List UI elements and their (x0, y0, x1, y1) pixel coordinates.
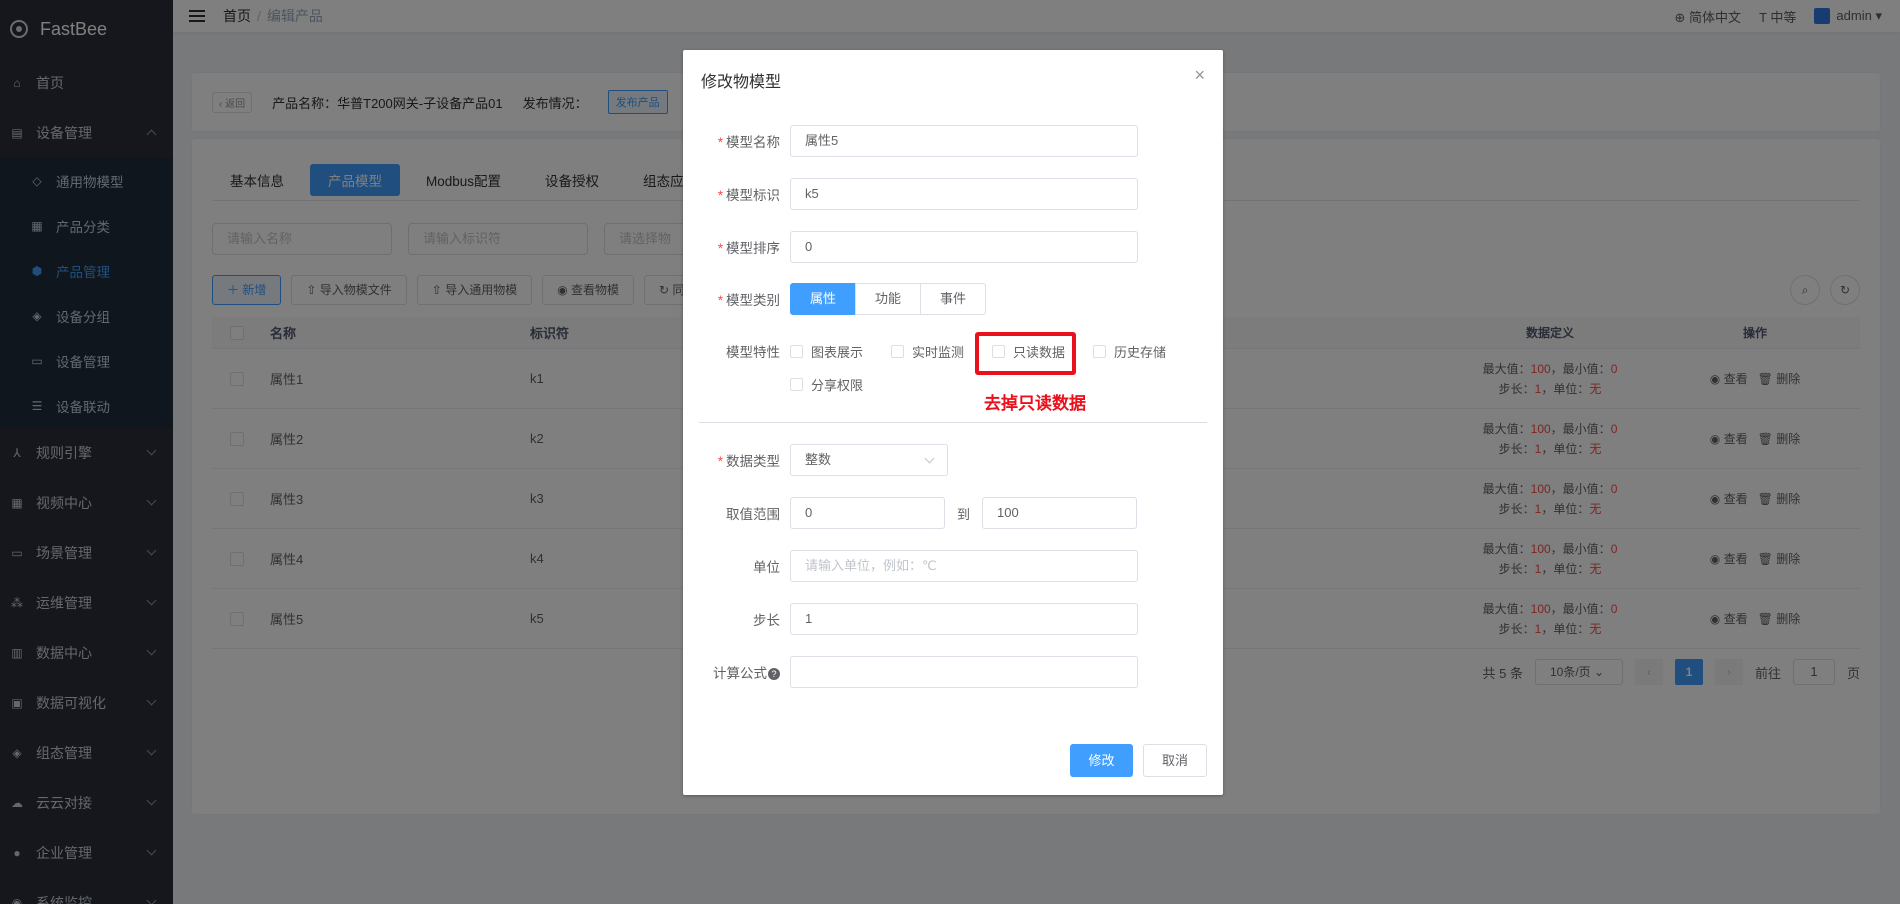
chevron-down-icon (924, 453, 935, 464)
realtime-monitor-checkbox[interactable]: 实时监测 (891, 342, 964, 361)
divider (699, 422, 1207, 423)
range-max-input[interactable]: 100 (982, 497, 1138, 529)
question-icon[interactable]: ? (768, 668, 780, 681)
model-order-input[interactable]: 0 (790, 231, 1138, 263)
field-step: 步长 1 (683, 602, 1223, 636)
close-icon[interactable]: × (1194, 66, 1205, 84)
model-type-radio-group: 属性 功能 事件 (790, 283, 987, 315)
model-order-label: * 模型排序 (717, 241, 780, 256)
annotation-text: 去掉只读数据 (984, 394, 1086, 413)
field-model-features: 模型特性 图表展示 实时监测 只读数据 历史存储 (683, 334, 1223, 368)
field-model-id: * 模型标识 k5 (683, 177, 1223, 211)
field-data-type: * 数据类型 整数 (683, 443, 1223, 477)
range-min-input[interactable]: 0 (790, 497, 945, 529)
annotation-highlight-box (975, 332, 1076, 375)
model-name-input[interactable]: 属性5 (790, 125, 1138, 157)
data-type-label: * 数据类型 (717, 454, 780, 469)
model-id-input[interactable]: k5 (790, 178, 1138, 210)
formula-input[interactable] (790, 656, 1138, 688)
model-feature-label: 模型特性 (726, 345, 780, 360)
submit-button[interactable]: 修改 (1070, 744, 1133, 777)
share-permission-checkbox[interactable]: 分享权限 (790, 375, 863, 394)
field-model-features-2: 分享权限 (683, 367, 1223, 401)
unit-label: 单位 (753, 560, 780, 575)
type-property-radio[interactable]: 属性 (790, 283, 857, 315)
type-function-radio[interactable]: 功能 (855, 283, 922, 315)
unit-input[interactable]: 请输入单位，例如：℃ (790, 550, 1138, 582)
field-value-range: 取值范围 0 到 100 (683, 496, 1223, 530)
cancel-button[interactable]: 取消 (1143, 744, 1207, 777)
field-model-name: * 模型名称 属性5 (683, 124, 1223, 158)
range-to-label: 到 (957, 506, 971, 522)
step-label: 步长 (753, 613, 780, 628)
step-input[interactable]: 1 (790, 603, 1138, 635)
data-type-select[interactable]: 整数 (790, 444, 948, 476)
dialog-title: 修改物模型 (701, 74, 782, 91)
type-event-radio[interactable]: 事件 (920, 283, 987, 315)
model-id-label: * 模型标识 (717, 188, 780, 203)
field-model-order: * 模型排序 0 (683, 230, 1223, 264)
field-unit: 单位 请输入单位，例如：℃ (683, 549, 1223, 583)
range-label: 取值范围 (726, 507, 780, 522)
chart-display-checkbox[interactable]: 图表展示 (790, 342, 863, 361)
field-model-type: * 模型类别 属性 功能 事件 (683, 282, 1223, 316)
field-formula: 计算公式? (683, 655, 1223, 689)
model-type-label: * 模型类别 (717, 293, 780, 308)
model-name-label: * 模型名称 (717, 135, 780, 150)
formula-label: 计算公式? (683, 662, 790, 682)
history-storage-checkbox[interactable]: 历史存储 (1093, 342, 1166, 361)
edit-model-dialog: 修改物模型 × * 模型名称 属性5 * 模型标识 k5 * 模型排序 0 * 模型类别… (683, 50, 1223, 795)
